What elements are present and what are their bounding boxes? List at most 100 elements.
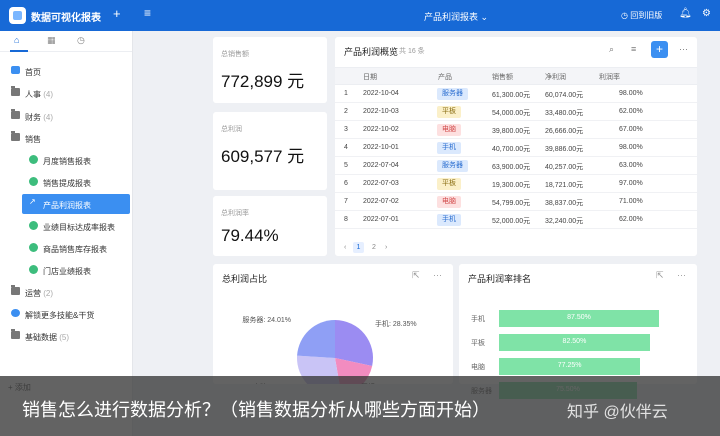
next-page-icon[interactable]: › bbox=[385, 244, 387, 251]
cell-sales: 61,300.00元 bbox=[492, 92, 531, 99]
caption-banner: 销售怎么进行数据分析？（销售数据分析从哪些方面开始） 知乎 @伙伴云 bbox=[0, 376, 720, 436]
sidebar-item[interactable]: 销售 bbox=[0, 128, 133, 148]
cell-sales: 39,800.00元 bbox=[492, 128, 531, 135]
product-tag: 手机 bbox=[437, 142, 461, 154]
home-tab-icon[interactable]: ⌂ bbox=[14, 35, 19, 45]
bell-icon[interactable]: 🔔︎ bbox=[679, 8, 692, 19]
cell-rate: 98.00% bbox=[619, 144, 643, 151]
sidebar-item[interactable]: 解锁更多技能&干货 bbox=[0, 304, 133, 324]
product-tag: 手机 bbox=[437, 214, 461, 226]
more-icon[interactable]: ··· bbox=[679, 44, 688, 54]
page-title-dropdown[interactable]: 产品利润报表 ⌄ bbox=[424, 10, 488, 23]
bar[interactable]: 77.25% bbox=[499, 358, 641, 375]
sidebar-item-label: 首页 bbox=[25, 68, 41, 77]
kpi-card-rate: 总利润率 79.44% bbox=[213, 196, 327, 256]
search-icon[interactable]: ⌕ bbox=[609, 44, 614, 55]
table-count: 共 16 条 bbox=[399, 48, 425, 55]
sidebar-item[interactable]: 业绩目标达成率报表 bbox=[0, 216, 133, 236]
sidebar-item[interactable]: 财务 (4) bbox=[0, 106, 133, 126]
more-icon[interactable]: ··· bbox=[677, 270, 686, 280]
grid-tab-icon[interactable]: ▦ bbox=[47, 35, 56, 46]
prev-page-icon[interactable]: ‹ bbox=[344, 244, 346, 251]
kpi-value: 609,577 元 bbox=[221, 147, 305, 166]
cell-sales: 63,900.00元 bbox=[492, 164, 531, 171]
cell-date: 2022-07-02 bbox=[363, 198, 399, 205]
cell-date: 2022-07-01 bbox=[363, 216, 399, 223]
sidebar-item-label: 销售 bbox=[25, 135, 41, 144]
table-row[interactable]: 2 2022-10-03 54,000.00元 33,480.00元 62.00% 平板 bbox=[335, 103, 697, 121]
home-icon bbox=[11, 66, 20, 74]
page-button[interactable]: 1 bbox=[353, 242, 364, 253]
chevron-down-icon: ⌄ bbox=[480, 12, 489, 22]
bar-category-label: 平板 bbox=[471, 340, 485, 347]
gear-icon[interactable]: ⚙ bbox=[702, 8, 711, 19]
sidebar-item-label: 基础数据 (5) bbox=[25, 333, 69, 342]
page-button[interactable]: 2 bbox=[372, 244, 376, 251]
col-header: 利润率 bbox=[599, 74, 620, 81]
table-row[interactable]: 6 2022-07-03 19,300.00元 18,721.00元 97.00% 平板 bbox=[335, 175, 697, 193]
bar[interactable]: 87.50% bbox=[499, 310, 659, 327]
product-tag: 服务器 bbox=[437, 88, 468, 100]
folder-icon bbox=[11, 109, 20, 119]
sidebar-item[interactable]: 销售提成报表 bbox=[0, 172, 133, 192]
product-tag: 平板 bbox=[437, 106, 461, 118]
table-row[interactable]: 5 2022-07-04 63,900.00元 40,257.00元 63.00% 服务器 bbox=[335, 157, 697, 175]
kpi-value: 772,899 元 bbox=[221, 72, 305, 91]
sidebar-item-label: 运营 (2) bbox=[25, 289, 53, 298]
expand-icon[interactable]: ⇱ bbox=[656, 270, 664, 281]
bar-category-label: 手机 bbox=[471, 316, 485, 323]
sidebar-item[interactable]: 基础数据 (5) bbox=[0, 326, 133, 346]
sidebar-item-label: 人事 (4) bbox=[25, 90, 53, 99]
sidebar-item[interactable]: 首页 bbox=[0, 61, 133, 81]
cell-date: 2022-07-04 bbox=[363, 162, 399, 169]
report-icon bbox=[29, 265, 38, 274]
folder-icon bbox=[11, 285, 20, 295]
bar-value-label: 82.50% bbox=[562, 338, 587, 345]
kpi-label: 总销售额 bbox=[221, 51, 249, 58]
old-version-button[interactable]: ◷ 回到旧版 bbox=[621, 10, 662, 21]
sidebar-item-count: (4) bbox=[41, 113, 53, 122]
table-row[interactable]: 4 2022-10-01 40,700.00元 39,886.00元 98.00% 手机 bbox=[335, 139, 697, 157]
sidebar-item[interactable]: ↗ 产品利润报表 bbox=[22, 194, 130, 214]
cell-sales: 54,799.00元 bbox=[492, 200, 531, 207]
table-row[interactable]: 3 2022-10-02 39,800.00元 26,666.00元 67.00% 电脑 bbox=[335, 121, 697, 139]
pie-slice[interactable] bbox=[335, 320, 373, 366]
clock-tab-icon[interactable]: ◷ bbox=[77, 35, 85, 46]
pie-slice[interactable] bbox=[297, 320, 335, 358]
product-tag: 平板 bbox=[437, 178, 461, 190]
sidebar-item[interactable]: 商品销售库存报表 bbox=[0, 238, 133, 258]
sidebar-item-label: 解锁更多技能&干货 bbox=[25, 311, 95, 320]
filter-icon[interactable]: ≡ bbox=[631, 44, 636, 54]
sidebar-item[interactable]: 运营 (2) bbox=[0, 282, 133, 302]
watermark: 知乎 @伙伴云 bbox=[567, 404, 668, 421]
cell-sales: 19,300.00元 bbox=[492, 182, 531, 189]
add-record-button[interactable]: + bbox=[651, 41, 668, 58]
menu-icon[interactable]: ≡ bbox=[144, 6, 151, 20]
col-header: 销售额 bbox=[492, 74, 513, 81]
bar[interactable]: 82.50% bbox=[499, 334, 650, 351]
product-tag: 电脑 bbox=[437, 196, 461, 208]
col-header: 日期 bbox=[363, 74, 377, 81]
table-row[interactable]: 8 2022-07-01 52,000.00元 32,240.00元 62.00% 手机 bbox=[335, 211, 697, 229]
skill-icon bbox=[11, 309, 20, 317]
active-tab-indicator bbox=[10, 50, 28, 52]
cell-profit: 39,886.00元 bbox=[545, 146, 584, 153]
cell-profit: 18,721.00元 bbox=[545, 182, 584, 189]
sidebar-item[interactable]: 人事 (4) bbox=[0, 83, 133, 103]
table-row[interactable]: 1 2022-10-04 61,300.00元 60,074.00元 98.00% 服务器 bbox=[335, 85, 697, 103]
row-index: 5 bbox=[344, 162, 348, 169]
cell-date: 2022-07-03 bbox=[363, 180, 399, 187]
cell-profit: 60,074.00元 bbox=[545, 92, 584, 99]
folder-icon bbox=[11, 329, 20, 339]
table-row[interactable]: 7 2022-07-02 54,799.00元 38,837.00元 71.00% 电脑 bbox=[335, 193, 697, 211]
new-tab-button[interactable]: + bbox=[113, 6, 121, 21]
app-title: 数据可视化报表 bbox=[31, 13, 101, 24]
sidebar-item-label: 产品利润报表 bbox=[43, 201, 91, 210]
sidebar-item-count: (2) bbox=[41, 289, 53, 298]
cell-rate: 98.00% bbox=[619, 90, 643, 97]
cell-rate: 67.00% bbox=[619, 126, 643, 133]
cell-rate: 63.00% bbox=[619, 162, 643, 169]
sidebar-item[interactable]: 月度销售报表 bbox=[0, 150, 133, 170]
sidebar-item[interactable]: 门店业绩报表 bbox=[0, 260, 133, 280]
table-header: 日期 产品 销售额 净利润 利润率 bbox=[335, 67, 697, 85]
